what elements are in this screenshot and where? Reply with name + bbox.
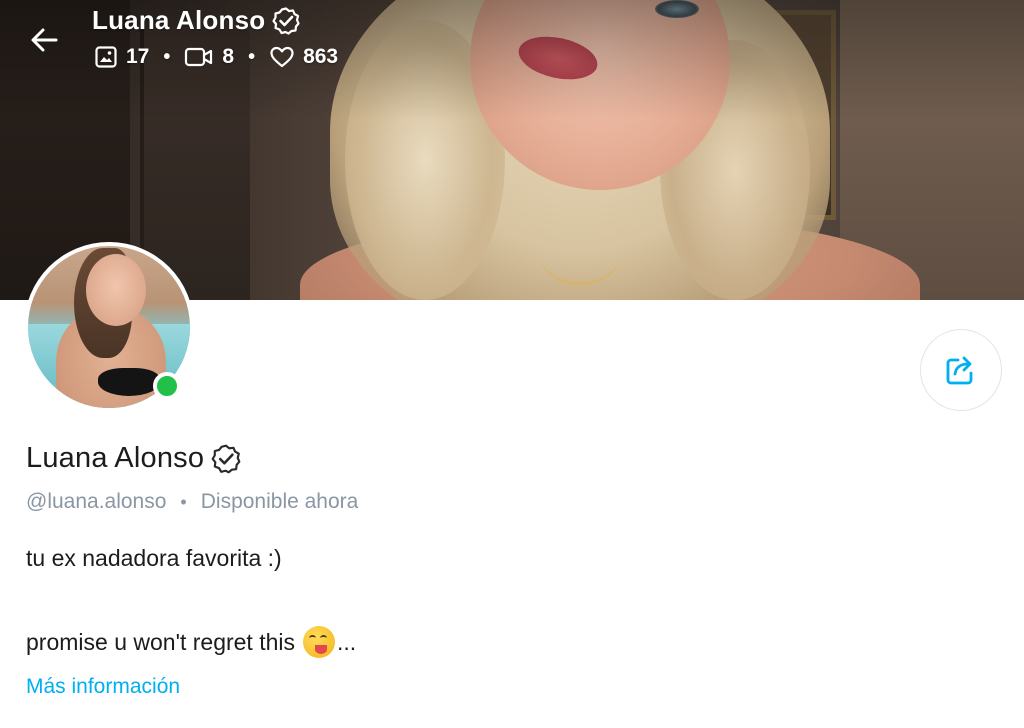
videos-stat[interactable]: 8 — [184, 45, 234, 69]
likes-stat: 863 — [269, 45, 338, 69]
share-icon — [946, 356, 973, 385]
videos-count: 8 — [222, 45, 235, 68]
profile-name-row: Luana Alonso — [26, 442, 242, 475]
photos-stat[interactable]: 17 — [94, 45, 149, 69]
bio-ellipsis: ... — [337, 628, 357, 655]
image-icon — [95, 46, 117, 68]
arrow-left-icon — [31, 28, 58, 52]
separator-dot: • — [163, 46, 171, 68]
verified-badge-icon — [272, 6, 300, 35]
separator-dot: • — [180, 491, 187, 512]
back-button[interactable] — [22, 20, 66, 60]
bio-line-2-text: promise u won't regret this — [26, 628, 296, 655]
online-status-indicator — [153, 372, 181, 400]
profile-subline: @luana.alonso • Disponible ahora — [26, 490, 358, 514]
likes-count: 863 — [303, 45, 339, 68]
video-camera-icon — [185, 47, 213, 67]
yum-emoji-icon — [303, 626, 336, 658]
heart-icon — [270, 46, 294, 68]
photos-count: 17 — [126, 45, 150, 68]
share-button[interactable] — [920, 329, 1002, 411]
bio-line-1: tu ex nadadora favorita :) — [26, 545, 282, 571]
availability-status: Disponible ahora — [200, 490, 359, 513]
separator-dot: • — [248, 46, 256, 68]
header-stats: 17 • 8 • 863 — [94, 45, 338, 69]
bio-line-2: promise u won't regret this ... — [26, 626, 356, 658]
header-name: Luana Alonso — [92, 5, 266, 35]
header-title: Luana Alonso — [92, 5, 301, 36]
profile-handle: @luana.alonso — [26, 490, 167, 513]
profile-name: Luana Alonso — [26, 442, 205, 474]
more-info-link[interactable]: Más información — [26, 675, 180, 699]
verified-badge-icon — [211, 444, 241, 473]
